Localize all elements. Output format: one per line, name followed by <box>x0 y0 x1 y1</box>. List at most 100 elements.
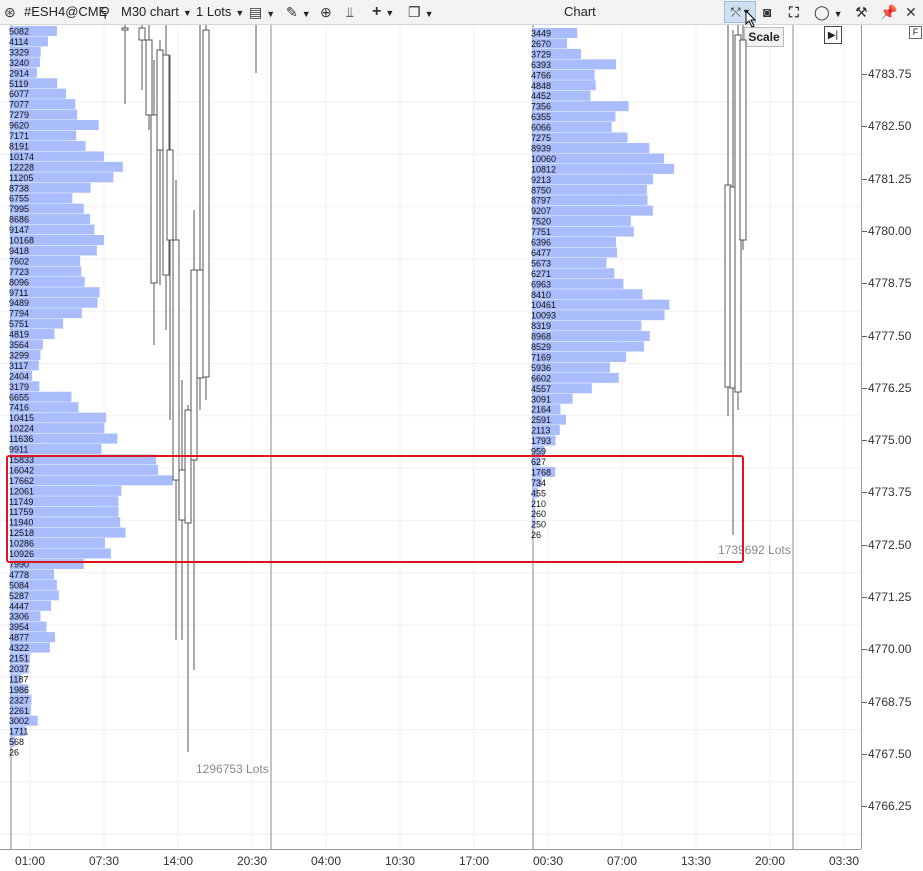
close-icon[interactable]: ✕ <box>905 3 917 21</box>
profile-volume-label: 8191 <box>9 141 29 151</box>
profile-volume-label: 8797 <box>531 196 551 206</box>
profile-volume-label: 3299 <box>9 350 29 360</box>
indicators-icon[interactable]: ⫫ <box>346 3 354 21</box>
settings-icon[interactable]: ⚒ <box>855 3 868 21</box>
profile-volume-label: 8686 <box>9 215 29 225</box>
profile-volume-label: 3729 <box>531 49 551 59</box>
profile-volume-label: 10926 <box>9 549 34 559</box>
profile-volume-label: 1711 <box>9 727 28 737</box>
template-button[interactable]: ▤ ▼ <box>249 3 275 21</box>
price-label: 4782.50 <box>868 119 912 134</box>
profile-volume-label: 7995 <box>9 204 29 214</box>
profile-volume-label: 6602 <box>531 373 551 383</box>
profile-volume-label: 2591 <box>531 415 551 425</box>
candle-body <box>190 269 198 461</box>
profile-volume-label: 7275 <box>531 133 551 143</box>
profile-volume-label: 3002 <box>9 716 29 726</box>
profile-volume-label: 250 <box>531 520 546 530</box>
profile-volume-label: 6393 <box>531 60 551 70</box>
profile-volume-label: 8750 <box>531 185 551 195</box>
atas-logo-icon[interactable]: ⊛ <box>4 3 16 21</box>
price-axis[interactable]: 4783.75 4782.50 4781.25 4780.00 4778.75 4777.… <box>861 25 923 849</box>
profile-volume-label: 2164 <box>531 405 551 415</box>
profile-volume-label: 260 <box>531 509 546 519</box>
time-label: 14:00 <box>162 854 194 868</box>
time-label: 17:00 <box>458 854 490 868</box>
price-tick <box>862 806 867 808</box>
time-label: 13:30 <box>680 854 712 868</box>
profile-volume-label: 6355 <box>531 112 551 122</box>
profile-volume-label: 6755 <box>9 194 29 204</box>
price-label: 4781.25 <box>868 171 912 186</box>
profile-volume-label: 6271 <box>531 269 551 279</box>
time-label: 01:00 <box>14 854 46 868</box>
price-label: 4776.25 <box>868 380 912 395</box>
price-label: 4771.25 <box>868 590 912 604</box>
drawing-tools-button[interactable]: ✎ ▼ <box>286 3 311 21</box>
profile-volume-label: 2261 <box>9 706 29 716</box>
price-label: 4768.75 <box>868 694 912 709</box>
go-to-end-icon[interactable]: ▶| <box>824 26 842 44</box>
window-button[interactable]: ❐ ▼ <box>408 3 433 21</box>
chart-area[interactable]: 5082 4114 3329 3240 2914 5119 6077 7077 7279 9620… <box>0 25 861 849</box>
camera-icon[interactable]: ◙ <box>763 3 771 21</box>
price-tick <box>862 753 867 755</box>
candle-body <box>145 39 153 116</box>
crosshair-button[interactable]: + ▼ <box>372 3 394 21</box>
zoom-icon[interactable]: ⊕ <box>320 3 332 21</box>
profile-volume-label: 6396 <box>531 238 551 248</box>
price-tick <box>862 701 867 703</box>
profile-volume-label: 5673 <box>531 258 551 268</box>
candle-body <box>138 27 146 41</box>
candle-body <box>166 149 174 241</box>
profile-volume-label: 7169 <box>531 352 551 362</box>
profile-volume-label: 3240 <box>9 58 29 68</box>
lots-label: 1 Lots <box>196 4 232 19</box>
profile-volume-label: 9147 <box>9 225 29 235</box>
profile-volume-label: 5751 <box>9 319 29 329</box>
price-tick <box>862 126 867 128</box>
profile-volume-label: 3564 <box>9 340 29 350</box>
profile-volume-label: 1986 <box>9 685 29 695</box>
profile-volume-label: 4877 <box>9 633 29 643</box>
profile-volume-label: 4766 <box>531 70 551 80</box>
profile-volume-label: 8939 <box>531 143 551 153</box>
profile-volume-label: 210 <box>531 499 546 509</box>
timeframe-selector[interactable]: M30 chart ▼ <box>121 3 192 21</box>
pin-icon[interactable]: 📌 <box>880 3 897 21</box>
time-axis[interactable]: 01:00 07:30 14:00 20:30 04:00 10:30 17:00 00:30… <box>0 849 861 871</box>
profile-volume-label: 3091 <box>531 394 551 404</box>
profile-total-label: 1739692 Lots <box>718 543 791 557</box>
fullscreen-icon[interactable]: ⛶ <box>789 3 799 21</box>
profile-volume-label: 5119 <box>9 79 28 89</box>
profile-volume-label: 4322 <box>9 643 29 653</box>
search-icon[interactable]: ⚲ <box>100 3 110 21</box>
window-title: Chart <box>564 4 596 19</box>
profile-volume-label: 734 <box>531 478 546 488</box>
volume-profile: 5082411433293240291451196077707772799620… <box>9 26 269 776</box>
profile-total-label: 1296753 Lots <box>196 762 269 776</box>
circle-button[interactable]: ◯ ▼ <box>814 3 843 21</box>
profile-volume-label: 4452 <box>531 91 551 101</box>
symbol-selector[interactable]: #ESH4@CME <box>24 3 107 21</box>
profile-volume-label: 5936 <box>531 363 551 373</box>
circle-icon: ◯ <box>814 4 830 20</box>
profile-volume-label: 1793 <box>531 436 551 446</box>
profile-volume-label: 6477 <box>531 248 551 258</box>
profile-volume-label: 7279 <box>9 110 29 120</box>
price-tick <box>862 492 867 494</box>
price-label: 4778.75 <box>868 276 912 291</box>
profile-volume-label: 8319 <box>531 321 551 331</box>
candle-body <box>184 409 192 524</box>
lots-selector[interactable]: 1 Lots ▼ <box>196 3 244 21</box>
profile-volume-label: 9620 <box>9 121 29 131</box>
profile-volume-label: 10415 <box>9 413 34 423</box>
chart-canvas[interactable]: 5082411433293240291451196077707772799620… <box>0 25 861 849</box>
chevron-down-icon: ▼ <box>235 8 245 18</box>
candle-body <box>150 114 158 284</box>
profile-volume-label: 10093 <box>531 311 556 321</box>
profile-volume-label: 7751 <box>531 227 551 237</box>
price-tick <box>862 283 867 285</box>
profile-volume-label: 2113 <box>531 426 550 436</box>
profile-volume-label: 10286 <box>9 539 34 549</box>
